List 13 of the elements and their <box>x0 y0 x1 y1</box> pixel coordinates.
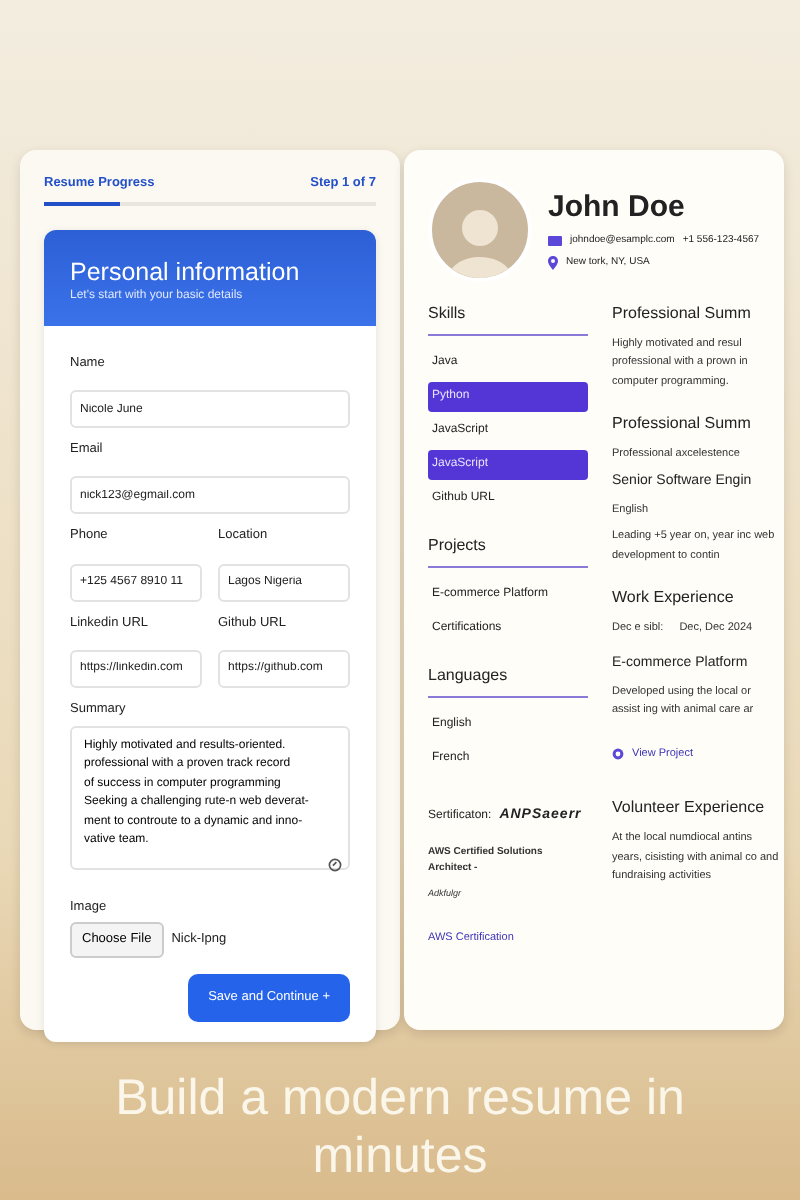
caption-headline: Build a modern resume in minutes <box>113 1070 687 1185</box>
mail-icon <box>548 235 562 246</box>
section-heading: Professional Summ <box>612 302 753 326</box>
section-heading: Professional Summ <box>612 412 753 437</box>
section-heading: Work Experience <box>612 585 736 610</box>
form-title: Personal information <box>70 257 302 288</box>
resize-handle-icon[interactable] <box>328 857 342 871</box>
section-heading: Volunteer Experience <box>612 796 767 821</box>
section-heading: Skills <box>428 302 588 336</box>
section-heading: Projects <box>428 534 588 568</box>
location-pin-icon <box>548 256 558 271</box>
person-name: John Doe <box>548 189 687 225</box>
section-heading: Languages <box>428 664 588 698</box>
